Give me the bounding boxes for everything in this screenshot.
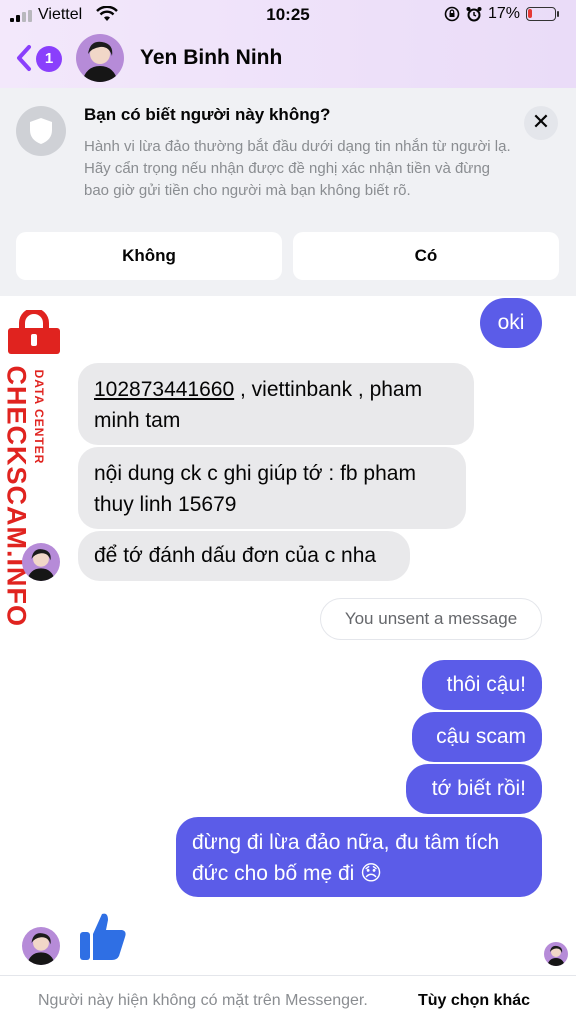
watermark-subtitle: DATA CENTER [32, 369, 46, 465]
status-bar: Viettel 10:25 17% [0, 0, 576, 30]
incoming-message[interactable]: để tớ đánh dấu đơn của c nha [78, 531, 410, 581]
sender-avatar[interactable] [22, 927, 60, 965]
status-right-icons: 17% [444, 5, 559, 23]
shield-icon [30, 118, 52, 144]
sender-avatar[interactable] [22, 543, 60, 581]
thumbs-up-icon[interactable] [78, 910, 128, 962]
availability-text: Người này hiện không có mặt trên Messeng… [38, 992, 368, 1009]
incoming-message[interactable]: nội dung ck c ghi giúp tớ : fb pham thuy… [78, 447, 466, 529]
alarm-icon [466, 7, 482, 22]
account-number-link[interactable]: 102873441660 [94, 378, 234, 401]
back-chevron-icon[interactable] [14, 44, 34, 72]
battery-percent: 17% [487, 5, 520, 22]
contact-name[interactable]: Yen Binh Ninh [140, 46, 282, 70]
rotation-lock-icon [444, 6, 460, 22]
safety-notice: Bạn có biết người này không? Hành vi lừa… [0, 88, 576, 296]
outgoing-message[interactable]: thôi cậu! [422, 660, 542, 710]
more-options-link[interactable]: Tùy chọn khác [418, 992, 530, 1010]
no-button[interactable]: Không [16, 232, 282, 280]
close-icon: ✕ [531, 109, 551, 134]
incoming-message[interactable]: 102873441660 , viettinbank , pham minh t… [78, 363, 474, 445]
shield-badge [16, 106, 66, 156]
safety-title: Bạn có biết người này không? [84, 105, 331, 124]
contact-avatar[interactable] [76, 34, 124, 82]
unread-badge[interactable]: 1 [36, 46, 62, 72]
outgoing-message[interactable]: cậu scam [412, 712, 542, 762]
outgoing-message[interactable]: đừng đi lừa đảo nữa, đu tâm tích đức cho… [176, 817, 542, 897]
unsent-message-notice: You unsent a message [320, 598, 542, 640]
conversation-header: 1 Yen Binh Ninh [0, 30, 576, 88]
footer-bar: Người này hiện không có mặt trên Messeng… [0, 975, 576, 1024]
yes-button[interactable]: Có [293, 232, 559, 280]
safety-body: Hành vi lừa đảo thường bắt đầu dưới dạng… [84, 138, 511, 199]
battery-level [528, 9, 532, 18]
outgoing-message[interactable]: oki [480, 298, 542, 348]
padlock-icon [8, 310, 60, 354]
close-button[interactable]: ✕ [524, 106, 558, 140]
outgoing-message[interactable]: tớ biết rồi! [406, 764, 542, 814]
battery-icon [526, 7, 559, 21]
read-receipt-avatar [544, 942, 568, 966]
